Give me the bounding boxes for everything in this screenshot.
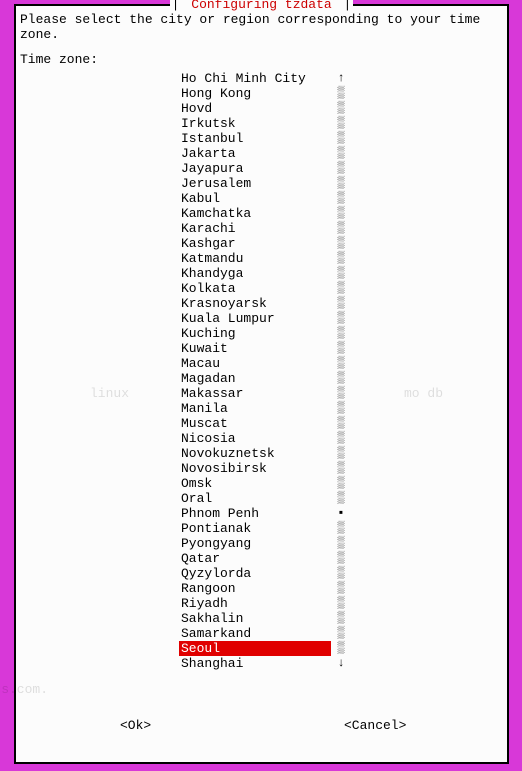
scroll-track[interactable]: ▒ <box>336 116 346 131</box>
list-item[interactable]: Manila <box>179 401 331 416</box>
scroll-track[interactable]: ▒ <box>336 161 346 176</box>
scroll-track[interactable]: ▒ <box>336 236 346 251</box>
scroll-track[interactable]: ▒ <box>336 581 346 596</box>
list-item[interactable]: Qatar <box>179 551 331 566</box>
list-item[interactable]: Novosibirsk <box>179 461 331 476</box>
dialog-title: Configuring tzdata <box>191 0 331 12</box>
list-item[interactable]: Jerusalem <box>179 176 331 191</box>
timezone-list[interactable]: Ho Chi Minh CityHong KongHovdIrkutskIsta… <box>179 71 331 671</box>
list-item[interactable]: Muscat <box>179 416 331 431</box>
scroll-track[interactable]: ▒ <box>336 221 346 236</box>
scroll-track[interactable]: ▒ <box>336 326 346 341</box>
scroll-track[interactable]: ▒ <box>336 626 346 641</box>
list-item[interactable]: Omsk <box>179 476 331 491</box>
list-item[interactable]: Kuching <box>179 326 331 341</box>
scroll-track[interactable]: ▒ <box>336 101 346 116</box>
list-item[interactable]: Kashgar <box>179 236 331 251</box>
list-item[interactable]: Jayapura <box>179 161 331 176</box>
prompt-text: Please select the city or region corresp… <box>20 12 503 42</box>
scroll-track[interactable]: ▒ <box>336 536 346 551</box>
list-item[interactable]: Ho Chi Minh City <box>179 71 331 86</box>
tzdata-dialog: | Configuring tzdata | Please select the… <box>14 4 509 764</box>
scroll-track[interactable]: ▒ <box>336 491 346 506</box>
list-item[interactable]: Khandyga <box>179 266 331 281</box>
scroll-track[interactable]: ▒ <box>336 431 346 446</box>
list-item[interactable]: Phnom Penh <box>179 506 331 521</box>
list-item[interactable]: Qyzylorda <box>179 566 331 581</box>
scroll-track[interactable]: ▒ <box>336 476 346 491</box>
scroll-track[interactable]: ▒ <box>336 356 346 371</box>
list-item[interactable]: Riyadh <box>179 596 331 611</box>
scroll-track[interactable]: ▒ <box>336 266 346 281</box>
ok-button[interactable]: <Ok> <box>120 718 151 733</box>
title-pipe-left: | <box>172 0 180 12</box>
scroll-track[interactable]: ▒ <box>336 191 346 206</box>
button-row: <Ok> <Cancel> <box>16 718 507 736</box>
scroll-track[interactable]: ▒ <box>336 311 346 326</box>
scroll-track[interactable]: ▒ <box>336 566 346 581</box>
cancel-button[interactable]: <Cancel> <box>344 718 406 733</box>
list-item[interactable]: Makassar <box>179 386 331 401</box>
list-item[interactable]: Hovd <box>179 101 331 116</box>
title-pipe-right: | <box>344 0 352 12</box>
scroll-track[interactable]: ▒ <box>336 551 346 566</box>
dialog-title-bar: | Configuring tzdata | <box>16 0 507 12</box>
list-item[interactable]: Katmandu <box>179 251 331 266</box>
list-item[interactable]: Kolkata <box>179 281 331 296</box>
list-item[interactable]: Nicosia <box>179 431 331 446</box>
scroll-track[interactable]: ▒ <box>336 146 346 161</box>
list-item[interactable]: Jakarta <box>179 146 331 161</box>
list-item[interactable]: Samarkand <box>179 626 331 641</box>
scroll-track[interactable]: ▒ <box>336 461 346 476</box>
scroll-track[interactable]: ▒ <box>336 521 346 536</box>
list-item[interactable]: Macau <box>179 356 331 371</box>
scroll-down-arrow-icon[interactable]: ↓ <box>336 656 346 671</box>
list-item[interactable]: Karachi <box>179 221 331 236</box>
scroll-track[interactable]: ▒ <box>336 611 346 626</box>
scroll-up-arrow-icon[interactable]: ↑ <box>336 71 346 86</box>
list-item[interactable]: Istanbul <box>179 131 331 146</box>
list-item[interactable]: Kabul <box>179 191 331 206</box>
scrollbar[interactable]: ↑▒▒▒▒▒▒▒▒▒▒▒▒▒▒▒▒▒▒▒▒▒▒▒▒▒▒▒▒▪▒▒▒▒▒▒▒▒▒↓ <box>336 71 346 671</box>
scroll-track[interactable]: ▒ <box>336 281 346 296</box>
list-item[interactable]: Irkutsk <box>179 116 331 131</box>
list-item[interactable]: Magadan <box>179 371 331 386</box>
scroll-thumb[interactable]: ▪ <box>336 506 346 521</box>
scroll-track[interactable]: ▒ <box>336 251 346 266</box>
field-label: Time zone: <box>20 52 503 67</box>
list-item[interactable]: Kuala Lumpur <box>179 311 331 326</box>
scroll-track[interactable]: ▒ <box>336 641 346 656</box>
list-item[interactable]: Novokuznetsk <box>179 446 331 461</box>
list-item[interactable]: Hong Kong <box>179 86 331 101</box>
scroll-track[interactable]: ▒ <box>336 341 346 356</box>
list-item[interactable]: Pontianak <box>179 521 331 536</box>
list-item[interactable]: Pyongyang <box>179 536 331 551</box>
list-item[interactable]: Krasnoyarsk <box>179 296 331 311</box>
scroll-track[interactable]: ▒ <box>336 596 346 611</box>
scroll-track[interactable]: ▒ <box>336 446 346 461</box>
list-item[interactable]: Oral <box>179 491 331 506</box>
scroll-track[interactable]: ▒ <box>336 296 346 311</box>
list-item[interactable]: Shanghai <box>179 656 331 671</box>
list-item[interactable]: Kuwait <box>179 341 331 356</box>
list-item[interactable]: Sakhalin <box>179 611 331 626</box>
scroll-track[interactable]: ▒ <box>336 416 346 431</box>
scroll-track[interactable]: ▒ <box>336 401 346 416</box>
scroll-track[interactable]: ▒ <box>336 371 346 386</box>
scroll-track[interactable]: ▒ <box>336 176 346 191</box>
list-item[interactable]: Rangoon <box>179 581 331 596</box>
timezone-list-area: Ho Chi Minh CityHong KongHovdIrkutskIsta… <box>20 71 503 671</box>
scroll-track[interactable]: ▒ <box>336 386 346 401</box>
scroll-track[interactable]: ▒ <box>336 206 346 221</box>
scroll-track[interactable]: ▒ <box>336 131 346 146</box>
scroll-track[interactable]: ▒ <box>336 86 346 101</box>
list-item[interactable]: Kamchatka <box>179 206 331 221</box>
list-item[interactable]: Seoul <box>179 641 331 656</box>
